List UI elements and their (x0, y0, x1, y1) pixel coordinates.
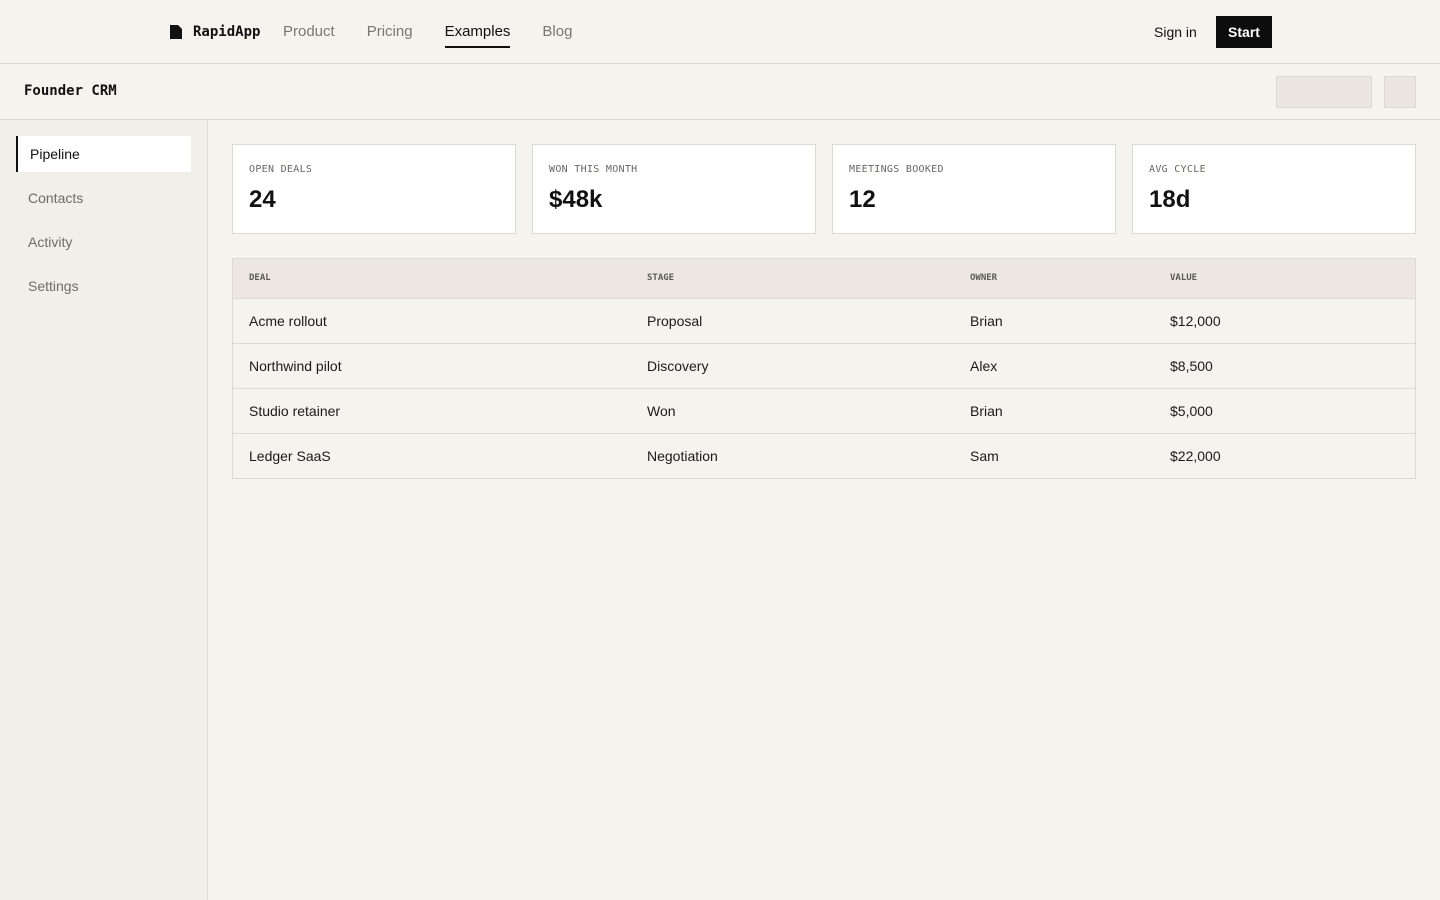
kpi-card-open-deals: OPEN DEALS 24 (232, 144, 516, 234)
kpi-label: OPEN DEALS (249, 164, 313, 175)
deal-stage: Proposal (647, 313, 703, 329)
deal-name: Northwind pilot (249, 358, 342, 374)
kpi-label: AVG CYCLE (1149, 164, 1206, 175)
kpi-label: WON THIS MONTH (549, 164, 638, 175)
top-nav: RapidApp Product Pricing Examples Blog S… (0, 0, 1440, 64)
sidebar-item-pipeline[interactable]: Pipeline (16, 136, 191, 172)
table-header: DEAL STAGE OWNER VALUE (233, 259, 1415, 299)
kpi-label: MEETINGS BOOKED (849, 164, 944, 175)
deal-owner: Brian (970, 313, 1003, 329)
nav-link-examples[interactable]: Examples (444, 22, 510, 48)
sign-in-link[interactable]: Sign in (1154, 22, 1197, 42)
table-row[interactable]: Acme rollout Proposal Brian $12,000 (233, 299, 1415, 344)
deal-name: Studio retainer (249, 403, 341, 419)
sidebar-item-activity[interactable]: Activity (16, 224, 191, 260)
table-row[interactable]: Northwind pilot Discovery Alex $8,500 (233, 344, 1415, 389)
deal-owner: Sam (970, 448, 999, 464)
column-header-deal: DEAL (249, 273, 271, 283)
kpi-value: 18d (1149, 186, 1191, 213)
deal-value: $8,500 (1170, 358, 1213, 374)
deal-value: $12,000 (1170, 313, 1221, 329)
kpi-card-meetings-booked: MEETINGS BOOKED 12 (832, 144, 1116, 234)
kpi-card-avg-cycle: AVG CYCLE 18d (1132, 144, 1416, 234)
header-action-button[interactable] (1276, 76, 1372, 108)
sidebar-item-contacts[interactable]: Contacts (16, 180, 191, 216)
sidebar: Pipeline Contacts Activity Settings (0, 120, 208, 900)
deal-value: $22,000 (1170, 448, 1221, 464)
sidebar-item-settings[interactable]: Settings (16, 268, 191, 304)
kpi-value: 12 (849, 186, 876, 213)
deal-value: $5,000 (1170, 403, 1213, 419)
column-header-stage: STAGE (647, 273, 675, 283)
nav-links: Product Pricing Examples Blog (283, 22, 572, 48)
nav-link-pricing[interactable]: Pricing (367, 22, 413, 46)
app-header: Founder CRM (0, 64, 1440, 120)
deal-stage: Discovery (647, 358, 709, 374)
app-title: Founder CRM (24, 83, 117, 99)
table-row[interactable]: Ledger SaaS Negotiation Sam $22,000 (233, 434, 1415, 479)
brand[interactable]: RapidApp (169, 21, 260, 43)
start-button[interactable]: Start (1216, 16, 1272, 48)
kpi-card-won-this-month: WON THIS MONTH $48k (532, 144, 816, 234)
column-header-value: VALUE (1170, 273, 1198, 283)
header-icon-button[interactable] (1384, 76, 1416, 108)
deal-stage: Won (647, 403, 676, 419)
kpi-value: 24 (249, 186, 276, 213)
deals-table: DEAL STAGE OWNER VALUE Acme rollout Prop… (232, 258, 1416, 479)
table-row[interactable]: Studio retainer Won Brian $5,000 (233, 389, 1415, 434)
page-icon (170, 25, 182, 39)
deal-name: Acme rollout (249, 313, 327, 329)
deal-owner: Brian (970, 403, 1003, 419)
deal-stage: Negotiation (647, 448, 718, 464)
deal-owner: Alex (970, 358, 998, 374)
nav-link-blog[interactable]: Blog (542, 22, 572, 46)
nav-link-product[interactable]: Product (283, 22, 335, 46)
brand-name: RapidApp (193, 24, 261, 40)
column-header-owner: OWNER (970, 273, 998, 283)
kpi-value: $48k (549, 186, 603, 213)
deal-name: Ledger SaaS (249, 448, 331, 464)
